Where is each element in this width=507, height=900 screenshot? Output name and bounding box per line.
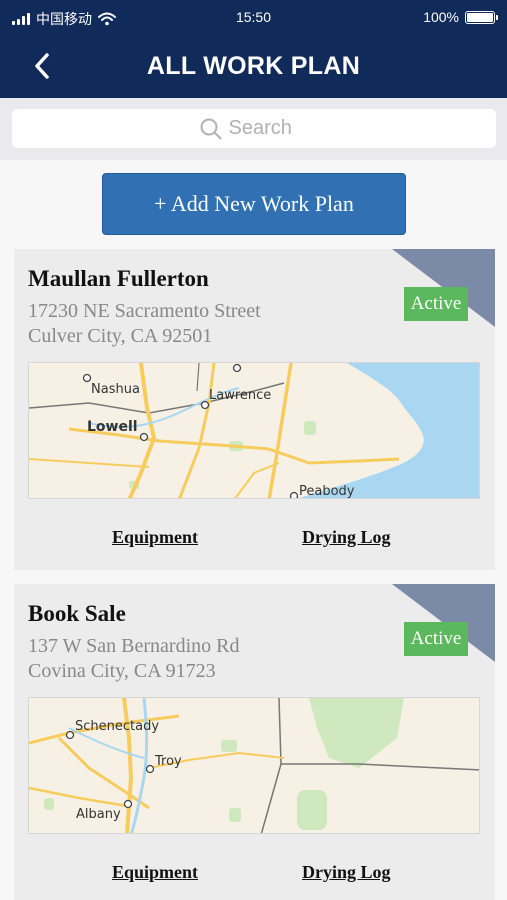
- work-plan-title: Book Sale: [28, 601, 126, 626]
- map-label: Lowell: [87, 419, 138, 435]
- status-bar: 中国移动 15:50 100%: [0, 0, 507, 36]
- battery-icon: [465, 10, 498, 24]
- work-plan-address: 17230 NE Sacramento Street Culver City, …: [28, 299, 261, 349]
- map-label: Lawrence: [209, 388, 271, 403]
- drying-log-link[interactable]: Drying Log: [302, 527, 391, 548]
- work-plan-address: 137 W San Bernardino Rd Covina City, CA …: [28, 634, 239, 684]
- address-line-2: Covina City, CA 91723: [28, 660, 216, 682]
- location-map[interactable]: Schenectady Troy Albany: [28, 697, 480, 834]
- location-map[interactable]: Nashua Lawrence Lowell Peabody: [28, 362, 480, 499]
- status-right: 100%: [423, 9, 498, 25]
- battery-fill: [467, 12, 493, 22]
- work-plan-card[interactable]: Book Sale 137 W San Bernardino Rd Covina…: [14, 584, 495, 900]
- address-line-1: 137 W San Bernardino Rd: [28, 635, 240, 657]
- equipment-link[interactable]: Equipment: [112, 527, 198, 548]
- search-input[interactable]: [228, 117, 309, 140]
- map-label: Schenectady: [75, 719, 159, 734]
- battery-percent: 100%: [423, 9, 459, 25]
- search-icon: [200, 118, 221, 139]
- map-label: Troy: [154, 754, 182, 769]
- search-bar: [0, 98, 507, 160]
- search-field[interactable]: [12, 109, 496, 148]
- drying-log-link[interactable]: Drying Log: [302, 862, 391, 883]
- nav-bar: ALL WORK PLAN: [0, 36, 507, 98]
- page-title: ALL WORK PLAN: [146, 52, 361, 80]
- add-new-work-plan-button[interactable]: + Add New Work Plan: [102, 173, 406, 235]
- equipment-link[interactable]: Equipment: [112, 862, 198, 883]
- map-label: Nashua: [91, 382, 140, 397]
- work-plan-title: Maullan Fullerton: [28, 266, 209, 291]
- map-label: Peabody: [299, 484, 355, 499]
- work-plan-card[interactable]: Maullan Fullerton 17230 NE Sacramento St…: [14, 249, 495, 570]
- address-line-1: 17230 NE Sacramento Street: [28, 300, 261, 322]
- status-badge: Active: [404, 622, 468, 656]
- address-line-2: Culver City, CA 92501: [28, 325, 213, 347]
- map-label: Albany: [76, 807, 121, 822]
- status-badge: Active: [404, 287, 468, 321]
- add-new-work-plan-label: + Add New Work Plan: [154, 191, 354, 216]
